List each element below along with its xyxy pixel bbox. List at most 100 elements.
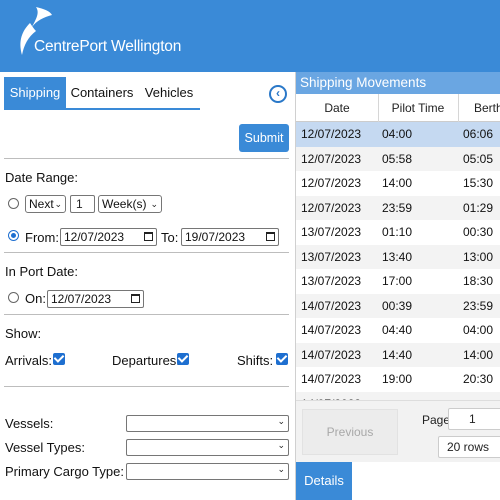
table-header: Date Pilot Time Berth [296,94,500,122]
cell-date: 12/07/2023 [301,200,362,215]
page-label: Page [422,413,451,427]
logo-text: CentrePort Wellington [34,38,182,55]
collapse-panel-icon[interactable]: ‹ [269,85,287,103]
pagination: Previous Page 1 20 rows [296,400,500,462]
to-label: To: [161,230,179,245]
table-row[interactable]: 13/07/2023 01:10 00:30 [296,220,500,245]
cell-date: 14/07/2023 [301,372,362,386]
table-row[interactable]: 14/07/2023 04:40 04:00 [296,318,500,343]
tab-vehicles[interactable]: Vehicles [138,77,200,108]
tab-bar: Shipping Containers Vehicles [4,77,200,110]
in-port-date-label: In Port Date: [5,264,78,279]
arrivals-checkbox[interactable] [53,353,65,365]
chevron-down-icon: ⌄ [277,464,285,474]
details-tab[interactable]: Details [296,462,352,500]
next-period-radio[interactable] [8,198,19,209]
divider [4,158,289,159]
cell-berth: 14:00 [463,347,494,362]
cell-pilot-time: 14:00 [382,176,413,190]
tab-shipping[interactable]: Shipping [4,77,66,108]
table-row[interactable]: 14/07/2023 14:40 14:00 [296,342,500,367]
cell-date: 12/07/2023 [301,151,362,166]
tab-containers[interactable]: Containers [68,77,136,108]
cell-pilot-time: 04:40 [382,323,413,337]
date-range-label: Date Range: [5,170,78,185]
arrivals-label: Arrivals: [5,353,52,368]
cell-pilot-time: 05:58 [382,151,413,166]
vessels-select[interactable]: ⌄ [126,415,289,432]
chevron-down-icon: ⌄ [150,199,158,209]
cell-pilot-time: 23:59 [382,200,413,215]
cell-date: 12/07/2023 [301,127,362,141]
vessels-label: Vessels: [5,416,54,431]
column-header-pilot-time[interactable]: Pilot Time [378,94,458,122]
cell-pilot-time: 00:39 [382,298,413,313]
calendar-icon[interactable] [131,294,140,303]
from-label: From: [25,230,59,245]
cell-pilot-time: 01:10 [382,225,413,239]
calendar-icon[interactable] [266,232,275,241]
cell-date: 14/07/2023 [301,323,362,337]
from-to-radio[interactable] [8,230,19,241]
in-port-radio[interactable] [8,292,19,303]
cell-date: 13/07/2023 [301,274,362,288]
search-panel: Shipping Containers Vehicles ‹ Submit Da… [0,72,296,500]
cell-berth: 18:30 [463,274,494,288]
shipping-movements-panel: Shipping Movements Date Pilot Time Berth… [296,72,500,500]
cell-berth: 04:00 [463,323,494,337]
cell-date: 14/07/2023 [301,392,361,401]
rows-per-page-select[interactable]: 20 rows [438,436,500,458]
from-date-input[interactable]: 12/07/2023 [60,228,157,246]
cell-pilot-time: 13:40 [382,249,413,264]
divider [4,314,289,315]
departures-label: Departures: [112,353,180,368]
divider [4,252,289,253]
table-row[interactable]: 14/07/2023 19:00 20:30 [296,367,500,392]
cell-berth: 23:59 [463,298,494,313]
app-header: CentrePort Wellington [0,0,500,72]
table-row[interactable]: 13/07/2023 13:40 13:00 [296,244,500,269]
calendar-icon[interactable] [144,232,153,241]
on-label: On: [25,291,46,306]
vessel-types-label: Vessel Types: [5,440,85,455]
table-row[interactable]: 12/07/2023 14:00 15:30 [296,171,500,196]
cell-berth: 06:06 [463,127,494,141]
shifts-checkbox[interactable] [276,353,288,365]
cell-date: 13/07/2023 [301,225,362,239]
cell-berth: 20:30 [463,372,494,386]
table-body: 12/07/2023 04:00 06:06 12/07/2023 05:58 05:05… [296,122,500,400]
departures-checkbox[interactable] [177,353,189,365]
show-label: Show: [5,326,42,341]
table-row[interactable]: 14/07/2023 00:39 23:59 [296,293,500,318]
vessel-types-select[interactable]: ⌄ [126,439,289,456]
cell-date: 14/07/2023 [301,298,362,313]
column-divider [458,94,459,122]
cell-date: 14/07/2023 [301,347,362,362]
chevron-down-icon: ⌄ [54,199,62,209]
on-date-input[interactable]: 12/07/2023 [47,290,144,308]
page-input[interactable]: 1 [448,408,500,430]
table-row[interactable]: 13/07/2023 17:00 18:30 [296,269,500,294]
to-date-input[interactable]: 19/07/2023 [181,228,279,246]
table-row[interactable]: 14/07/2023 [296,391,500,401]
period-count-input[interactable]: 1 [70,195,95,213]
chevron-down-icon: ⌄ [277,416,285,426]
shifts-label: Shifts: [237,353,274,368]
table-row[interactable]: 12/07/2023 04:00 06:06 [296,122,500,147]
cell-date: 12/07/2023 [301,176,362,190]
column-header-berth[interactable]: Berth [474,94,500,122]
chevron-down-icon: ⌄ [277,440,285,450]
submit-button[interactable]: Submit [239,124,289,152]
next-select[interactable]: Next ⌄ [25,195,66,213]
previous-button[interactable]: Previous [302,409,398,455]
panel-title: Shipping Movements [296,72,500,94]
cell-pilot-time: 17:00 [382,274,413,288]
table-row[interactable]: 12/07/2023 05:58 05:05 [296,146,500,171]
table-row[interactable]: 12/07/2023 23:59 01:29 [296,195,500,220]
cell-date: 13/07/2023 [301,249,362,264]
cell-berth: 13:00 [463,249,494,264]
period-unit-select[interactable]: Week(s) ⌄ [98,195,162,213]
cell-pilot-time: 14:40 [382,347,413,362]
cargo-type-select[interactable]: ⌄ [126,463,289,480]
column-header-date[interactable]: Date [296,94,378,122]
